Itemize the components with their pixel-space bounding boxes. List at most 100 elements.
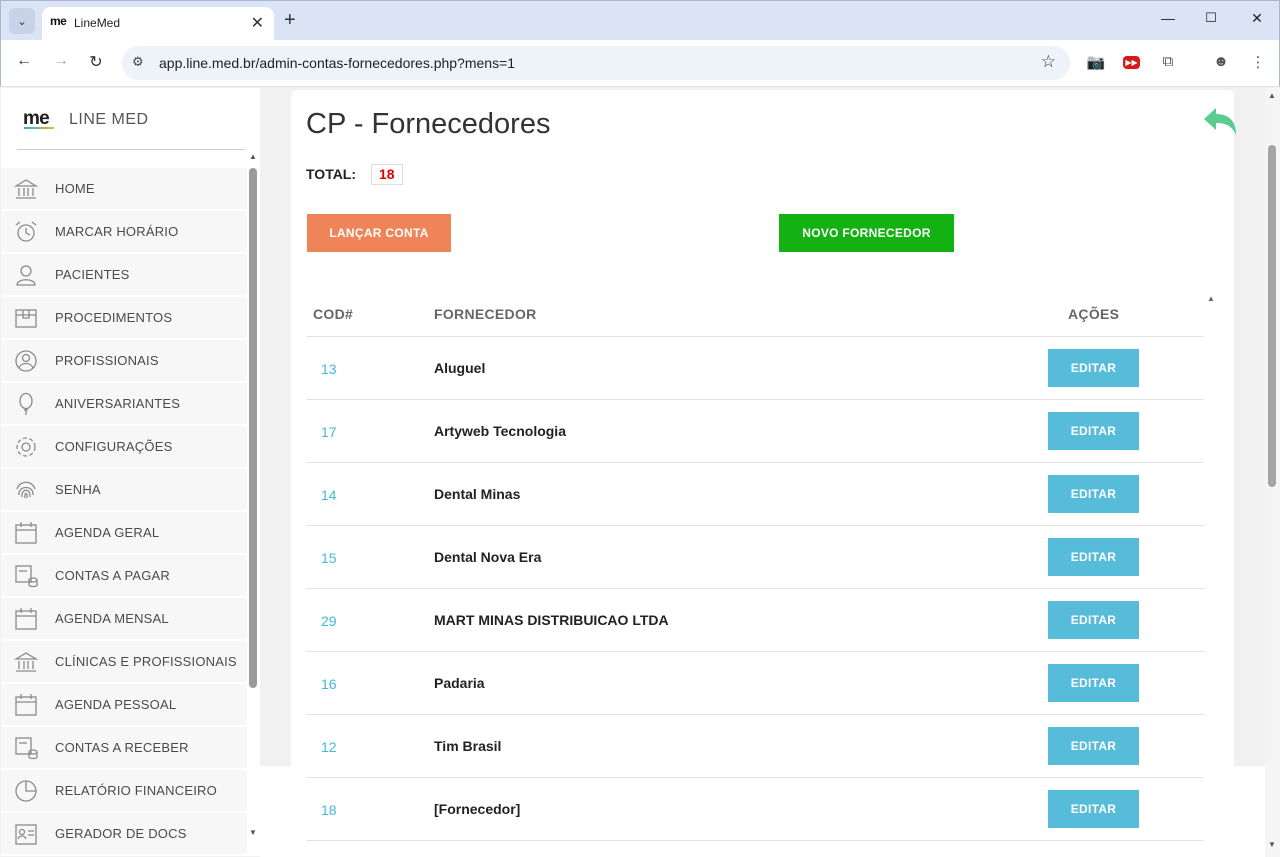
- sidebar-item-label: GERADOR DE DOCS: [55, 826, 187, 841]
- lancar-conta-button[interactable]: LANÇAR CONTA: [307, 214, 451, 252]
- fingerprint-icon: [13, 477, 39, 503]
- novo-fornecedor-button[interactable]: NOVO FORNECEDOR: [779, 214, 954, 252]
- sidebar-item-label: CONFIGURAÇÕES: [55, 439, 173, 454]
- table-scroll-up-icon[interactable]: ▲: [1207, 294, 1215, 303]
- camera-icon[interactable]: 📷: [1086, 53, 1106, 71]
- tab-favicon: me: [50, 14, 67, 28]
- table-row: 29 MART MINAS DISTRIBUICAO LTDA EDITAR: [306, 589, 1204, 652]
- editar-button[interactable]: EDITAR: [1048, 727, 1139, 765]
- sidebar-item-home[interactable]: HOME: [1, 168, 247, 211]
- fornecedor-name: [Fornecedor]: [434, 801, 521, 817]
- calendar-icon: [13, 692, 39, 718]
- brand[interactable]: me LINE MED: [23, 108, 148, 132]
- page-scroll-up-icon[interactable]: ▲: [1268, 91, 1276, 100]
- editar-button[interactable]: EDITAR: [1048, 349, 1139, 387]
- browser-tab-bar: ⌄ me LineMed ✕ + — ☐ ✕: [0, 0, 1280, 41]
- editar-button[interactable]: EDITAR: [1048, 475, 1139, 513]
- sidebar-item-contas-a-receber[interactable]: CONTAS A RECEBER: [1, 727, 247, 770]
- id-card-icon: [13, 821, 39, 847]
- bookmark-star-icon[interactable]: ☆: [1041, 52, 1056, 72]
- table-row: 16 Padaria EDITAR: [306, 652, 1204, 715]
- box-icon: [13, 305, 39, 331]
- editar-button[interactable]: EDITAR: [1048, 790, 1139, 828]
- extensions-icon[interactable]: ⧉: [1158, 53, 1178, 70]
- gear-icon: [13, 434, 39, 460]
- calendar-icon: [13, 606, 39, 632]
- total-count-badge: 18: [371, 164, 403, 185]
- bill-coins-icon: [13, 563, 39, 589]
- cod-link[interactable]: 14: [321, 487, 337, 503]
- address-url[interactable]: app.line.med.br/admin-contas-fornecedore…: [159, 55, 515, 71]
- chevron-down-icon: ⌄: [17, 15, 27, 28]
- sidebar-item-agenda-geral[interactable]: AGENDA GERAL: [1, 512, 247, 555]
- sidebar-item-agenda-pessoal[interactable]: AGENDA PESSOAL: [1, 684, 247, 727]
- minimize-icon[interactable]: —: [1158, 10, 1178, 26]
- editar-button[interactable]: EDITAR: [1048, 601, 1139, 639]
- fornecedores-table: COD# FORNECEDOR AÇÕES 13 Aluguel EDITAR 17 A…: [306, 290, 1204, 841]
- site-info-icon[interactable]: ⚙: [132, 54, 144, 70]
- scroll-down-icon[interactable]: ▼: [249, 828, 257, 837]
- cod-link[interactable]: 17: [321, 424, 337, 440]
- sidebar-item-label: AGENDA GERAL: [55, 525, 160, 540]
- header-cod[interactable]: COD#: [313, 306, 353, 322]
- sidebar-item-profissionais[interactable]: PROFISSIONAIS: [1, 340, 247, 383]
- table-header: COD# FORNECEDOR AÇÕES: [306, 290, 1204, 337]
- address-bar[interactable]: ⚙ app.line.med.br/admin-contas-fornecedo…: [122, 46, 1070, 80]
- header-acoes: AÇÕES: [1068, 306, 1120, 322]
- reload-icon[interactable]: ↻: [85, 52, 107, 72]
- sidebar-item-relatorio-financeiro[interactable]: RELATÓRIO FINANCEIRO: [1, 770, 247, 813]
- editar-button[interactable]: EDITAR: [1048, 412, 1139, 450]
- cod-link[interactable]: 15: [321, 550, 337, 566]
- sidebar-item-gerador-de-docs[interactable]: GERADOR DE DOCS: [1, 813, 247, 856]
- back-icon[interactable]: ←: [13, 52, 35, 70]
- fornecedor-name: Padaria: [434, 675, 485, 691]
- cod-link[interactable]: 13: [321, 361, 337, 377]
- sidebar-item-label: RELATÓRIO FINANCEIRO: [55, 783, 217, 798]
- sidebar-item-configuracoes[interactable]: CONFIGURAÇÕES: [1, 426, 247, 469]
- table-row: 17 Artyweb Tecnologia EDITAR: [306, 400, 1204, 463]
- bank-icon: [13, 176, 39, 202]
- sidebar-item-agenda-mensal[interactable]: AGENDA MENSAL: [1, 598, 247, 641]
- maximize-icon[interactable]: ☐: [1201, 10, 1221, 26]
- sidebar-item-label: SENHA: [55, 482, 101, 497]
- return-arrow-icon[interactable]: [1200, 103, 1240, 139]
- sidebar-item-pacientes[interactable]: PACIENTES: [1, 254, 247, 297]
- cod-link[interactable]: 16: [321, 676, 337, 692]
- sidebar-item-aniversariantes[interactable]: ANIVERSARIANTES: [1, 383, 247, 426]
- table-row: 13 Aluguel EDITAR: [306, 337, 1204, 400]
- window-close-icon[interactable]: ✕: [1247, 10, 1267, 27]
- header-fornecedor[interactable]: FORNECEDOR: [434, 306, 537, 322]
- editar-button[interactable]: EDITAR: [1048, 538, 1139, 576]
- scroll-up-icon[interactable]: ▲: [249, 152, 257, 161]
- sidebar-item-label: MARCAR HORÁRIO: [55, 224, 179, 239]
- close-tab-icon[interactable]: ✕: [251, 13, 264, 33]
- brand-name: LINE MED: [69, 111, 149, 128]
- editar-button[interactable]: EDITAR: [1048, 664, 1139, 702]
- sidebar-item-contas-a-pagar[interactable]: CONTAS A PAGAR: [1, 555, 247, 598]
- cod-link[interactable]: 12: [321, 739, 337, 755]
- fornecedor-name: Dental Nova Era: [434, 549, 542, 565]
- bank-icon: [13, 649, 39, 675]
- tab-search-button[interactable]: ⌄: [9, 8, 35, 34]
- fornecedor-name: Artyweb Tecnologia: [434, 423, 566, 439]
- balloon-icon: [13, 391, 39, 417]
- menu-icon[interactable]: ⋮: [1248, 53, 1268, 71]
- new-tab-icon[interactable]: +: [284, 9, 296, 31]
- sidebar-item-senha[interactable]: SENHA: [1, 469, 247, 512]
- cod-link[interactable]: 29: [321, 613, 337, 629]
- profile-icon[interactable]: ☻: [1211, 53, 1231, 70]
- sidebar-scrollbar-thumb[interactable]: [249, 168, 257, 688]
- user-icon: [13, 262, 39, 288]
- browser-tab[interactable]: me LineMed ✕: [42, 7, 274, 41]
- page-scroll-down-icon[interactable]: ▼: [1268, 840, 1276, 849]
- forward-icon[interactable]: →: [50, 52, 72, 70]
- page-scrollbar-thumb[interactable]: [1268, 145, 1276, 487]
- cod-link[interactable]: 18: [321, 802, 337, 818]
- calendar-icon: [13, 520, 39, 546]
- sidebar-item-marcar-horario[interactable]: MARCAR HORÁRIO: [1, 211, 247, 254]
- sidebar-item-label: CONTAS A RECEBER: [55, 740, 189, 755]
- sidebar-item-label: HOME: [55, 181, 95, 196]
- sidebar-item-clinicas-e-profissionais[interactable]: CLÍNICAS E PROFISSIONAIS: [1, 641, 247, 684]
- sidebar-item-procedimentos[interactable]: PROCEDIMENTOS: [1, 297, 247, 340]
- youtube-icon[interactable]: ▶▶: [1123, 56, 1140, 69]
